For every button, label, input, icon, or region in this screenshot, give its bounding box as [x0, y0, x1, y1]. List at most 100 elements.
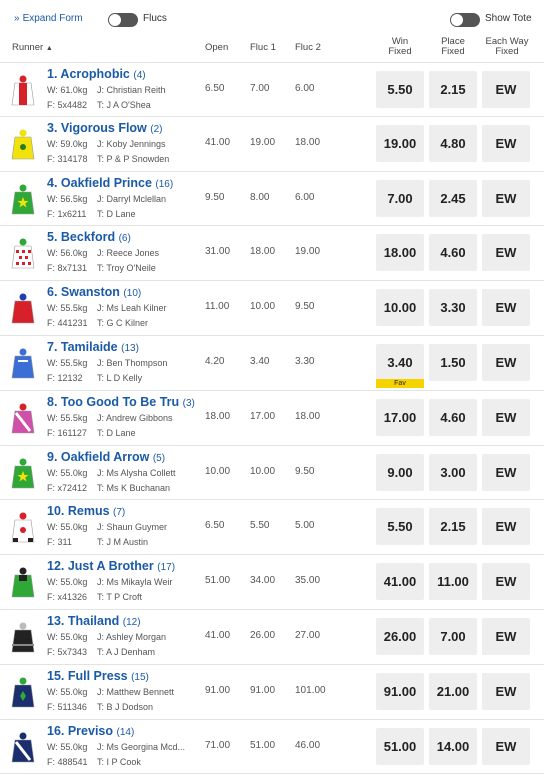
place-fixed-header: Place Fixed	[429, 37, 477, 57]
place-odds-button[interactable]: 7.00	[429, 617, 477, 655]
win-odds-button[interactable]: 51.00	[376, 727, 424, 765]
runner-name-link[interactable]: 4. Oakfield Prince (16)	[47, 176, 173, 190]
win-odds-button[interactable]: 10.00	[376, 289, 424, 327]
runner-name-link[interactable]: 16. Previso (14)	[47, 724, 134, 738]
open-price: 10.00	[205, 465, 231, 477]
each-way-button[interactable]: EW	[482, 71, 530, 108]
form-trainer-line: F: x72412 T: Ms K Buchanan	[47, 483, 170, 493]
runner-name: 8. Too Good To Be Tru	[47, 394, 180, 409]
form-trainer-line: F: 8x7131 T: Troy O'Neile	[47, 263, 156, 273]
jockey: J: Matthew Bennett	[97, 686, 175, 697]
win-odds-button[interactable]: 7.00	[376, 179, 424, 217]
place-odds-button[interactable]: 4.60	[429, 234, 477, 272]
trainer: T: G C Kilner	[97, 318, 149, 329]
win-odds-button[interactable]: 26.00	[376, 617, 424, 655]
win-odds-button[interactable]: 41.00	[376, 563, 424, 601]
place-odds-button[interactable]: 2.45	[429, 179, 477, 217]
place-odds-button[interactable]: 11.00	[429, 563, 477, 601]
weight-jockey-line: W: 55.0kg J: Ms Georgina Mcd...	[47, 741, 185, 752]
barrier: (10)	[123, 288, 142, 300]
place-odds-button[interactable]: 4.80	[429, 124, 477, 162]
runner-name-link[interactable]: 10. Remus (7)	[47, 504, 125, 518]
fluc1-price: 51.00	[250, 739, 276, 751]
each-way-button[interactable]: EW	[482, 124, 530, 162]
runner-name-link[interactable]: 12. Just A Brother (17)	[47, 559, 175, 573]
win-odds-button[interactable]: 3.40	[376, 343, 424, 381]
weight-jockey-line: W: 56.5kg J: Darryl Mclellan	[47, 193, 166, 204]
trainer: T: P & P Snowden	[97, 153, 170, 164]
win-odds-button[interactable]: 18.00	[376, 234, 424, 272]
place-odds-button[interactable]: 3.30	[429, 289, 477, 327]
weight: W: 55.5kg	[47, 412, 88, 423]
fluc1-price: 7.00	[250, 83, 270, 94]
place-odds-button[interactable]: 4.60	[429, 398, 477, 436]
show-tote-label: Show Tote	[485, 13, 532, 24]
each-way-button[interactable]: EW	[482, 617, 530, 655]
place-odds-button[interactable]: 1.50	[429, 343, 477, 381]
each-way-button[interactable]: EW	[482, 289, 530, 327]
runner-name-link[interactable]: 8. Too Good To Be Tru (3)	[47, 395, 195, 409]
runner-name: 3. Vigorous Flow	[47, 120, 147, 135]
runner-name-link[interactable]: 9. Oakfield Arrow (5)	[47, 450, 165, 464]
win-odds-button[interactable]: 19.00	[376, 124, 424, 162]
place-odds-button[interactable]: 2.15	[429, 508, 477, 546]
fluc2-price: 3.30	[295, 355, 315, 367]
runner-row: 12. Just A Brother (17) W: 55.0kg J: Ms Mi…	[0, 555, 544, 610]
place-odds-button[interactable]: 14.00	[429, 727, 477, 765]
runner-name-link[interactable]: 1. Acrophobic (4)	[47, 67, 146, 81]
fluc1-price: 8.00	[250, 191, 270, 203]
runner-name-link[interactable]: 3. Vigorous Flow (2)	[47, 121, 163, 135]
runner-row: 1. Acrophobic (4) W: 61.0kg J: Christian R…	[0, 62, 544, 117]
place-odds-button[interactable]: 21.00	[429, 672, 477, 710]
fluc1-price: 91.00	[250, 684, 276, 696]
weight-jockey-line: W: 55.0kg J: Ashley Morgan	[47, 632, 166, 642]
each-way-button[interactable]: EW	[482, 398, 530, 436]
win-odds-button[interactable]: 9.00	[376, 453, 424, 491]
form: F: 511346	[47, 701, 87, 712]
runner-name-link[interactable]: 5. Beckford (6)	[47, 230, 131, 244]
each-way-button[interactable]: EW	[482, 343, 530, 381]
each-way-button[interactable]: EW	[482, 179, 530, 217]
win-odds-button[interactable]: 5.50	[376, 71, 424, 108]
runner-name-link[interactable]: 15. Full Press (15)	[47, 669, 149, 683]
fluc1-price: 5.50	[250, 520, 270, 532]
each-way-button[interactable]: EW	[482, 727, 530, 765]
each-way-button[interactable]: EW	[482, 563, 530, 601]
win-odds-button[interactable]: 91.00	[376, 672, 424, 710]
fluc1-header: Fluc 1	[250, 42, 276, 53]
runner-name-link[interactable]: 6. Swanston (10)	[47, 285, 141, 299]
fluc2-price: 9.50	[295, 465, 315, 477]
open-price: 11.00	[205, 301, 230, 313]
runner-name-link[interactable]: 13. Thailand (12)	[47, 614, 141, 628]
runner-name-link[interactable]: 7. Tamilaide (13)	[47, 340, 139, 354]
open-price: 4.20	[205, 355, 225, 367]
place-odds-button[interactable]: 2.15	[429, 71, 477, 108]
each-way-button[interactable]: EW	[482, 234, 530, 272]
weight: W: 55.0kg	[47, 741, 88, 752]
form-trainer-line: F: 311 T: J M Austin	[47, 537, 148, 547]
expand-form-button[interactable]: » Expand Form	[14, 13, 83, 24]
jockey-silk-icon	[11, 458, 35, 488]
runner-row: 6. Swanston (10) W: 55.5kg J: Ms Leah Kiln…	[0, 281, 544, 336]
form-trainer-line: F: 5x4482 T: J A O'Shea	[47, 100, 151, 110]
win-odds-button[interactable]: 17.00	[376, 398, 424, 436]
weight: W: 56.5kg	[47, 193, 88, 204]
show-tote-toggle[interactable]	[450, 13, 480, 27]
ew-header-l2: Fixed	[495, 46, 519, 57]
weight: W: 55.0kg	[47, 577, 88, 588]
jockey: J: Reece Jones	[97, 248, 160, 259]
barrier: (16)	[155, 178, 174, 190]
flucs-toggle[interactable]	[108, 13, 138, 27]
runner-name: 7. Tamilaide	[47, 339, 118, 354]
place-odds-button[interactable]: 3.00	[429, 453, 477, 491]
each-way-button[interactable]: EW	[482, 508, 530, 546]
jockey: J: Shaun Guymer	[97, 522, 168, 533]
runner-row: 8. Too Good To Be Tru (3) W: 55.5kg J: And…	[0, 391, 544, 446]
win-odds-button[interactable]: 5.50	[376, 508, 424, 546]
runner-sort-header[interactable]: Runner ▲	[12, 42, 53, 53]
jockey: J: Christian Reith	[97, 85, 166, 95]
fluc1-price: 34.00	[250, 575, 276, 587]
each-way-button[interactable]: EW	[482, 453, 530, 491]
runner-row: 10. Remus (7) W: 55.0kg J: Shaun Guymer F: …	[0, 500, 544, 556]
each-way-button[interactable]: EW	[482, 672, 530, 710]
